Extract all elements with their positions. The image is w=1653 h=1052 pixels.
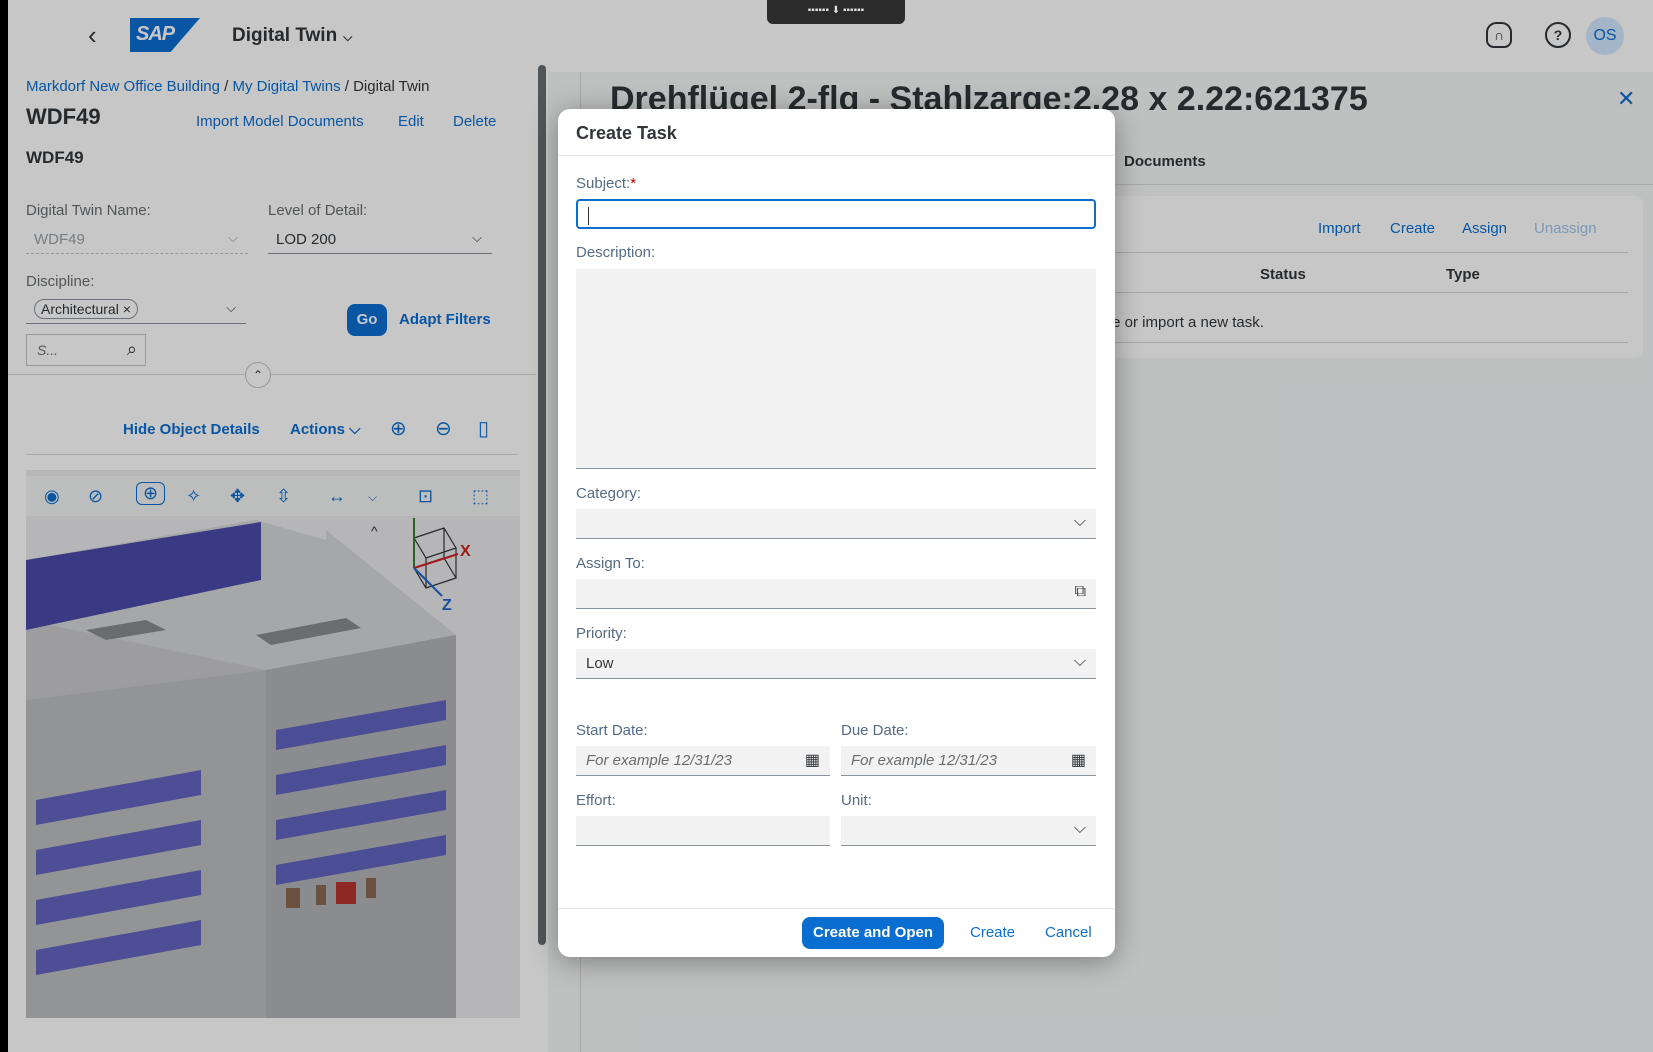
unit-label: Unit:: [841, 792, 872, 809]
screen-notch: ▪▪▪▪▪▪ ⬇ ▪▪▪▪▪▪: [767, 0, 905, 24]
chevron-down-icon: ⌵: [1073, 653, 1086, 670]
value-help-icon[interactable]: ⧉: [1075, 583, 1086, 601]
category-select[interactable]: ⌵: [576, 509, 1096, 539]
subject-input[interactable]: [576, 199, 1096, 229]
text-caret: [588, 207, 589, 226]
description-label: Description:: [576, 244, 656, 261]
create-and-open-button[interactable]: Create and Open: [802, 917, 944, 949]
subject-label: Subject:*: [576, 175, 637, 192]
start-date-label: Start Date:: [576, 722, 648, 739]
calendar-icon[interactable]: ▦: [1071, 750, 1086, 770]
assign-to-input[interactable]: ⧉: [576, 579, 1096, 609]
assign-to-label: Assign To:: [576, 555, 645, 572]
dialog-footer-divider: [558, 908, 1115, 909]
due-date-picker[interactable]: For example 12/31/23 ▦: [841, 746, 1096, 776]
description-textarea[interactable]: [576, 269, 1096, 469]
unit-select[interactable]: ⌵: [841, 816, 1096, 846]
create-button[interactable]: Create: [970, 924, 1015, 941]
priority-select[interactable]: Low ⌵: [576, 649, 1096, 679]
chevron-down-icon: ⌵: [1073, 513, 1086, 530]
dialog-title: Create Task: [576, 123, 677, 143]
priority-label: Priority:: [576, 625, 627, 642]
cancel-button[interactable]: Cancel: [1045, 924, 1092, 941]
effort-input[interactable]: [576, 816, 830, 846]
category-label: Category:: [576, 485, 642, 502]
chevron-down-icon: ⌵: [1073, 820, 1086, 837]
effort-label: Effort:: [576, 792, 616, 809]
calendar-icon[interactable]: ▦: [805, 750, 820, 770]
start-date-picker[interactable]: For example 12/31/23 ▦: [576, 746, 830, 776]
dialog-header-divider: [558, 155, 1115, 156]
due-date-label: Due Date:: [841, 722, 909, 739]
create-task-dialog: Create Task Subject:* Description: Categ…: [558, 109, 1115, 957]
required-marker: *: [630, 175, 637, 192]
